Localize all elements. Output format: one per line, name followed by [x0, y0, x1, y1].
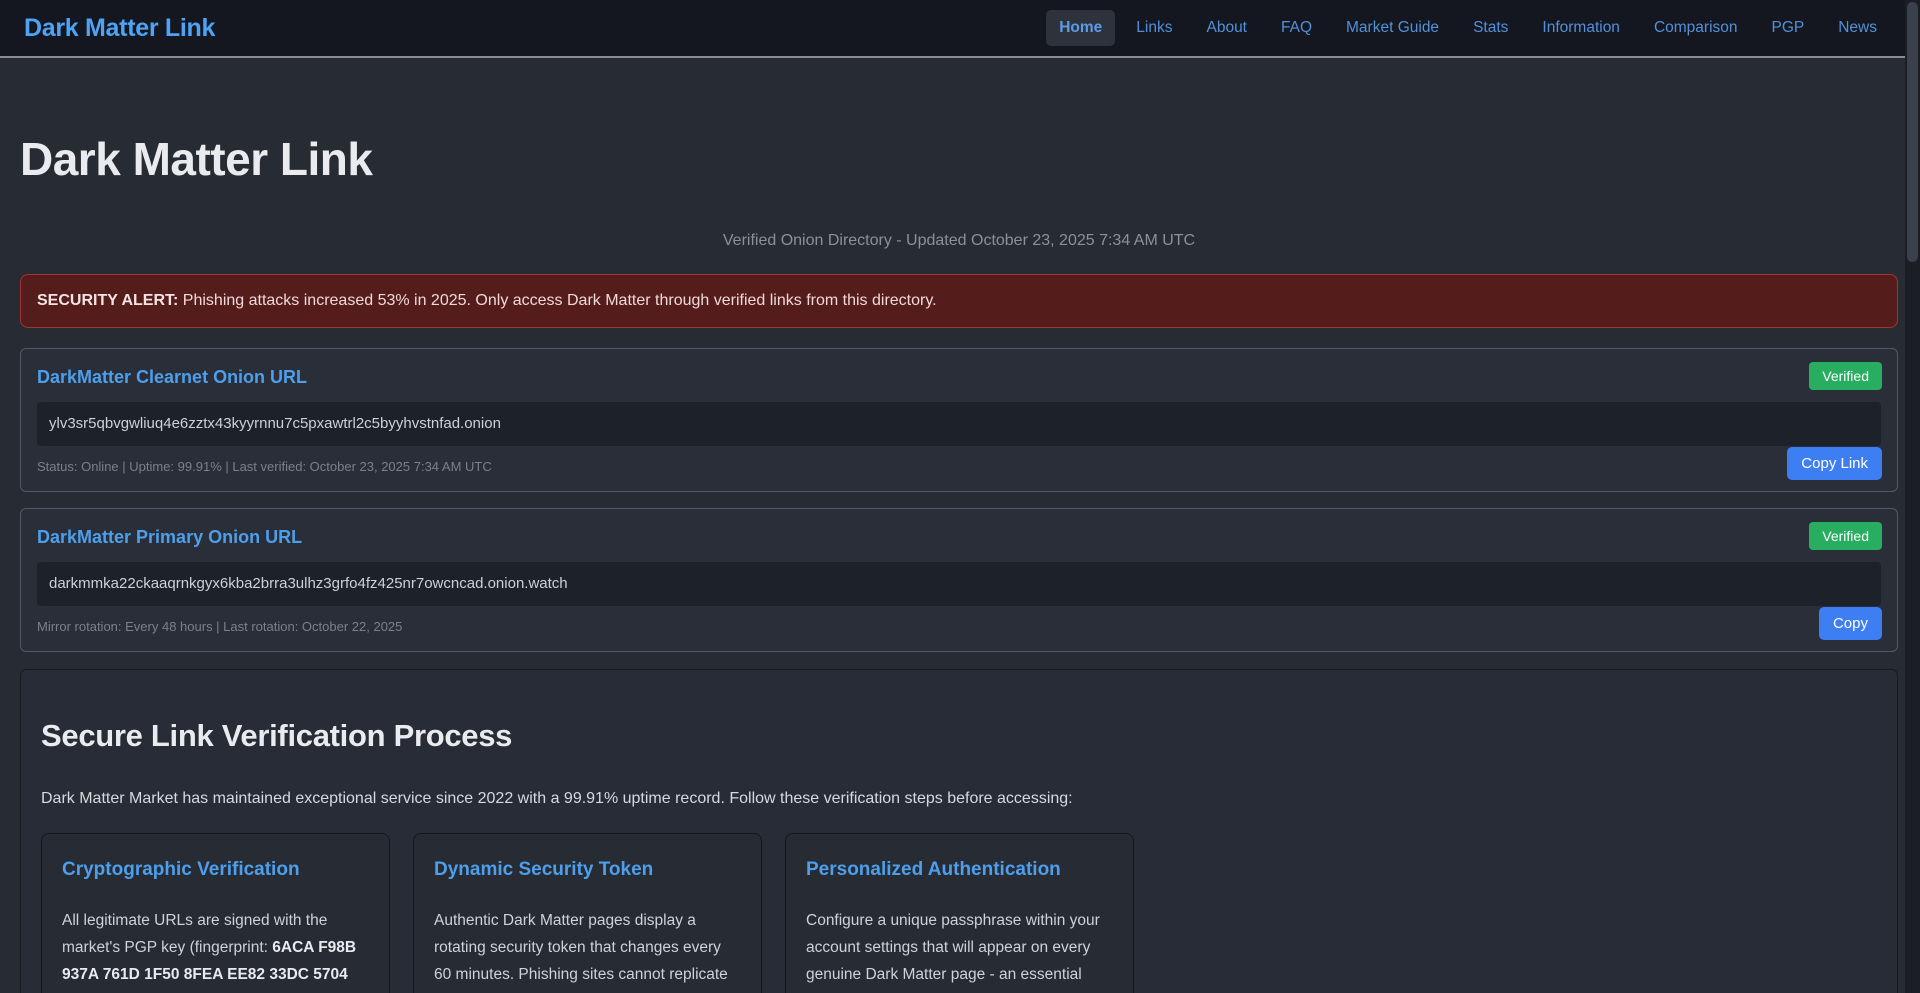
link-card-clearnet: DarkMatter Clearnet Onion URL Verified y… [20, 348, 1898, 492]
page-title: Dark Matter Link [20, 132, 1898, 186]
onion-url-box: darkmmka22ckaaqrnkgyx6kba2brra3ulhz3grfo… [37, 562, 1881, 606]
verification-steps: Cryptographic Verification All legitimat… [41, 833, 1877, 993]
step-card-personalized-authentication: Personalized Authentication Configure a … [785, 833, 1134, 993]
verification-section: Secure Link Verification Process Dark Ma… [20, 669, 1898, 993]
step-text: All legitimate URLs are signed with the … [62, 907, 369, 988]
scrollbar-thumb[interactable] [1907, 2, 1918, 262]
nav-item-links[interactable]: Links [1123, 10, 1185, 46]
top-navigation-bar: Dark Matter Link Home Links About FAQ Ma… [0, 0, 1920, 58]
verified-badge: Verified [1809, 362, 1882, 390]
verified-badge: Verified [1809, 522, 1882, 550]
link-status-meta: Status: Online | Uptime: 99.91% | Last v… [37, 459, 1881, 475]
nav-item-pgp[interactable]: PGP [1759, 10, 1818, 46]
directory-subtitle: Verified Onion Directory - Updated Octob… [20, 232, 1898, 250]
link-card-title[interactable]: DarkMatter Primary Onion URL [37, 525, 1881, 549]
step-title: Cryptographic Verification [62, 858, 369, 881]
step-title: Personalized Authentication [806, 858, 1113, 881]
step-title: Dynamic Security Token [434, 858, 741, 881]
copy-button[interactable]: Copy [1819, 607, 1882, 640]
link-card-primary: DarkMatter Primary Onion URL Verified da… [20, 508, 1898, 652]
nav-item-information[interactable]: Information [1529, 10, 1633, 46]
security-alert-label: SECURITY ALERT: [37, 292, 178, 309]
verification-intro: Dark Matter Market has maintained except… [41, 790, 1877, 808]
step-card-dynamic-security-token: Dynamic Security Token Authentic Dark Ma… [413, 833, 762, 993]
nav-item-market-guide[interactable]: Market Guide [1333, 10, 1452, 46]
main-content: Dark Matter Link Verified Onion Director… [0, 132, 1920, 993]
nav-item-about[interactable]: About [1193, 10, 1260, 46]
mirror-rotation-meta: Mirror rotation: Every 48 hours | Last r… [37, 619, 1881, 635]
scrollbar-track[interactable] [1905, 0, 1920, 993]
brand-logo[interactable]: Dark Matter Link [24, 14, 215, 43]
nav-item-stats[interactable]: Stats [1460, 10, 1521, 46]
nav-item-faq[interactable]: FAQ [1268, 10, 1325, 46]
step-card-cryptographic-verification: Cryptographic Verification All legitimat… [41, 833, 390, 993]
step-text: Authentic Dark Matter pages display a ro… [434, 907, 741, 993]
security-alert-text: Phishing attacks increased 53% in 2025. … [178, 292, 936, 309]
nav-item-comparison[interactable]: Comparison [1641, 10, 1751, 46]
copy-link-button[interactable]: Copy Link [1787, 447, 1882, 480]
nav-item-news[interactable]: News [1825, 10, 1890, 46]
verification-section-title: Secure Link Verification Process [41, 718, 1877, 754]
onion-url-box: ylv3sr5qbvgwliuq4e6zztx43kyyrnnu7c5pxawt… [37, 402, 1881, 446]
nav-item-home[interactable]: Home [1046, 10, 1115, 46]
security-alert-banner: SECURITY ALERT: Phishing attacks increas… [20, 274, 1898, 328]
nav-links: Home Links About FAQ Market Guide Stats … [1046, 10, 1890, 46]
step-text: Configure a unique passphrase within you… [806, 907, 1113, 988]
link-card-title[interactable]: DarkMatter Clearnet Onion URL [37, 365, 1881, 389]
